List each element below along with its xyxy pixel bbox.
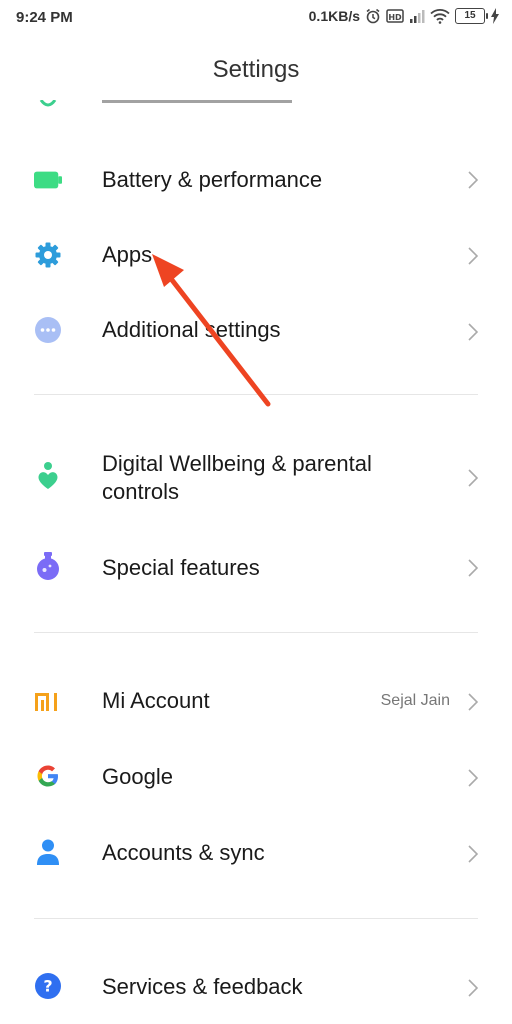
settings-item-label: Mi Account [102, 688, 210, 713]
network-speed: 0.1KB/s [308, 8, 360, 24]
settings-item-accounts-sync[interactable]: Accounts & sync [0, 836, 512, 872]
settings-item-label-line2: controls [102, 479, 180, 504]
settings-item-mi-account[interactable]: Mi Account Sejal Jain [0, 684, 512, 720]
wellbeing-icon [34, 462, 62, 490]
section-divider [34, 918, 478, 919]
hd-icon: HD [386, 9, 404, 23]
svg-text:?: ? [43, 977, 52, 996]
help-icon: ? [34, 972, 62, 1000]
section-divider [34, 394, 478, 395]
settings-item-label: Additional settings [102, 317, 281, 342]
chevron-right-icon [468, 247, 478, 265]
more-dots-icon [34, 316, 62, 344]
alarm-icon [366, 8, 380, 24]
battery-status-icon: 15 [455, 8, 488, 24]
settings-item-label: Apps [102, 242, 153, 267]
chevron-right-icon [468, 693, 478, 711]
settings-item-google[interactable]: Google [0, 760, 512, 796]
signal-icon [410, 10, 425, 23]
settings-item-apps[interactable]: Apps [0, 238, 512, 274]
chevron-right-icon [468, 323, 478, 341]
section-divider [34, 632, 478, 633]
chevron-right-icon [468, 845, 478, 863]
google-icon [34, 762, 62, 790]
settings-item-label: Digital Wellbeing & parental [102, 451, 372, 476]
flask-icon [34, 552, 62, 580]
chevron-right-icon [468, 559, 478, 577]
settings-item-additional-settings[interactable]: Additional settings [0, 314, 512, 350]
settings-item-label: Accounts & sync [102, 840, 265, 865]
settings-item-battery-performance[interactable]: Battery & performance [0, 162, 512, 198]
partially-hidden-row[interactable] [0, 96, 512, 120]
chevron-right-icon [468, 769, 478, 787]
person-icon [34, 838, 62, 866]
partial-icon [39, 100, 57, 107]
page-title: Settings [212, 56, 300, 83]
wifi-icon [430, 9, 450, 24]
settings-item-label: Google [102, 764, 173, 789]
settings-item-digital-wellbeing[interactable]: Digital Wellbeing & parental controls [0, 448, 512, 508]
svg-text:HD: HD [388, 13, 402, 22]
account-name: Sejal Jain [380, 692, 450, 709]
gear-icon [34, 241, 62, 269]
battery-level: 15 [464, 10, 476, 21]
settings-item-special-features[interactable]: Special features [0, 550, 512, 586]
settings-item-services-feedback[interactable]: ? Services & feedback [0, 970, 512, 1006]
mi-logo-icon [34, 688, 62, 716]
settings-item-label: Battery & performance [102, 167, 323, 192]
settings-item-label: Special features [102, 555, 260, 580]
settings-item-label: Services & feedback [102, 974, 303, 999]
charging-icon [491, 8, 499, 24]
status-time: 9:24 PM [16, 9, 73, 26]
chevron-right-icon [468, 469, 478, 487]
partial-label [102, 100, 292, 103]
battery-icon [34, 166, 62, 194]
chevron-right-icon [468, 171, 478, 189]
status-bar: 9:24 PM 0.1KB/s HD 15 [0, 0, 512, 36]
chevron-right-icon [468, 979, 478, 997]
status-icons: 0.1KB/s HD 15 [309, 8, 500, 24]
